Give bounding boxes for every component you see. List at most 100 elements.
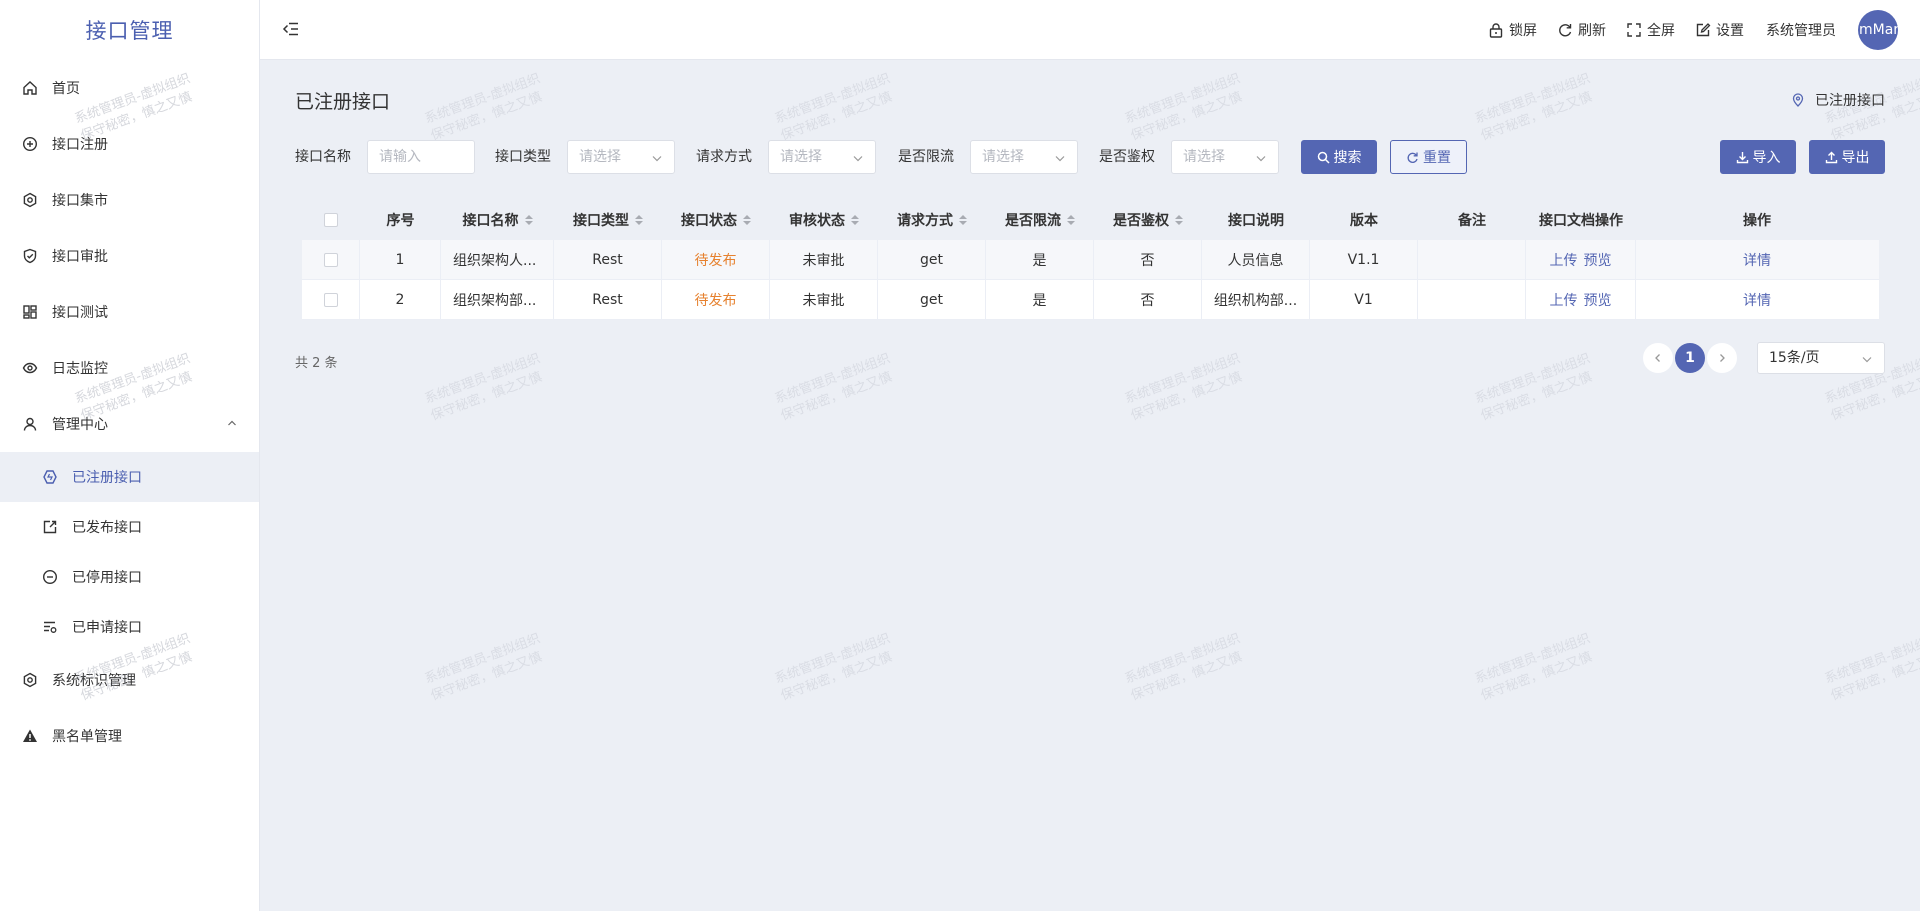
sidebar-item-home[interactable]: 首页 [0, 60, 259, 116]
watermark: 系统管理员-虚拟组织 保守秘密，慎之又慎 [1472, 351, 1595, 424]
method-select[interactable]: 请选择 [768, 140, 876, 174]
select-all-checkbox[interactable] [324, 213, 338, 227]
column-header-sortable[interactable]: 请求方式 [878, 200, 986, 240]
sidebar-item-label: 接口集市 [52, 193, 108, 209]
settings-button[interactable]: 设置 [1695, 20, 1744, 40]
watermark: 系统管理员-虚拟组织 保守秘密，慎之又慎 [422, 351, 545, 424]
auth-select[interactable]: 请选择 [1171, 140, 1279, 174]
upload-icon [1825, 151, 1837, 163]
warning-icon [22, 728, 38, 744]
select-all-cell [302, 200, 360, 240]
sidebar-item-register[interactable]: 接口注册 [0, 116, 259, 172]
collapse-sidebar-icon[interactable] [282, 20, 300, 38]
settings-label: 设置 [1716, 23, 1744, 39]
prev-page-button[interactable] [1643, 343, 1673, 373]
remark-cell [1418, 240, 1526, 279]
sidebar-subitem-published[interactable]: 已发布接口 [0, 502, 259, 552]
interface-table: 序号 接口名称 接口类型 接口状态 审核状态 请求方式 是否限流 是否鉴权 接口… [302, 200, 1879, 320]
sidebar-item-management[interactable]: 管理中心 [0, 396, 259, 452]
sidebar-item-label: 系统标识管理 [52, 673, 136, 689]
detail-link[interactable]: 详情 [1743, 290, 1771, 310]
sidebar-item-system-id[interactable]: 系统标识管理 [0, 652, 259, 708]
page-title: 已注册接口 [295, 91, 391, 113]
sidebar-item-label: 管理中心 [52, 417, 108, 433]
next-page-button[interactable] [1707, 343, 1737, 373]
fullscreen-button[interactable]: 全屏 [1626, 20, 1675, 40]
column-header: 版本 [1350, 213, 1378, 229]
column-header-sortable[interactable]: 是否鉴权 [1094, 200, 1202, 240]
user-name[interactable]: 系统管理员 [1766, 20, 1836, 40]
row-select-cell [302, 240, 360, 279]
sort-icon [959, 215, 967, 225]
row-select-cell [302, 280, 360, 319]
row-checkbox[interactable] [323, 292, 338, 307]
desc-cell: 组织机构部... [1202, 280, 1310, 319]
sort-icon [524, 215, 533, 225]
column-header-sortable[interactable]: 审核状态 [770, 200, 878, 240]
index-cell: 2 [360, 280, 441, 319]
watermark: 系统管理员-虚拟组织 保守秘密，慎之又慎 [1472, 71, 1595, 144]
limit-select[interactable]: 请选择 [970, 140, 1078, 174]
sidebar-item-label: 接口测试 [52, 305, 108, 321]
upload-link[interactable]: 上传 [1550, 250, 1578, 270]
column-header-sortable[interactable]: 接口名称 [441, 200, 554, 240]
export-button[interactable]: 导出 [1809, 140, 1885, 174]
reset-button[interactable]: 重置 [1390, 140, 1467, 174]
sidebar-item-market[interactable]: 接口集市 [0, 172, 259, 228]
sort-icon [1175, 215, 1183, 225]
sidebar-subitem-registered[interactable]: 已注册接口 [0, 452, 259, 502]
import-button[interactable]: 导入 [1720, 140, 1796, 174]
search-button[interactable]: 搜索 [1301, 140, 1377, 174]
page-size-select[interactable]: 15条/页 [1757, 342, 1885, 374]
watermark: 系统管理员-虚拟组织 保守秘密，慎之又慎 [772, 351, 895, 424]
sidebar-item-log[interactable]: 日志监控 [0, 340, 259, 396]
status-cell: 待发布 [662, 280, 770, 319]
method-select-value: 请选择 [780, 149, 822, 165]
sort-icon [851, 215, 859, 225]
auth-label: 是否鉴权 [1099, 149, 1155, 165]
version-cell: V1.1 [1310, 240, 1418, 279]
watermark: 系统管理员-虚拟组织 保守秘密，慎之又慎 [1822, 631, 1920, 704]
sidebar-item-label: 接口审批 [52, 249, 108, 265]
column-header-sortable[interactable]: 接口类型 [554, 200, 662, 240]
lock-screen-button[interactable]: 锁屏 [1488, 20, 1537, 40]
chevron-left-icon [1655, 354, 1660, 362]
detail-link[interactable]: 详情 [1743, 250, 1771, 270]
watermark: 系统管理员-虚拟组织 保守秘密，慎之又慎 [1472, 631, 1595, 704]
doc-actions-cell: 上传 预览 [1526, 280, 1636, 319]
export-label: 导出 [1841, 150, 1870, 166]
column-header-sortable[interactable]: 是否限流 [986, 200, 1094, 240]
plus-circle-icon [22, 136, 38, 152]
limit-label: 是否限流 [898, 149, 954, 165]
row-checkbox[interactable] [323, 252, 338, 267]
page-number[interactable]: 1 [1675, 343, 1705, 373]
sidebar-item-approval[interactable]: 接口审批 [0, 228, 259, 284]
sort-icon [635, 215, 643, 225]
column-header-sortable[interactable]: 接口状态 [662, 200, 770, 240]
refresh-icon [1407, 152, 1418, 163]
sidebar-subitem-label: 已注册接口 [72, 470, 142, 486]
refresh-label: 刷新 [1578, 23, 1606, 39]
name-input[interactable]: 请输入 [367, 140, 475, 174]
sidebar-item-blacklist[interactable]: 黑名单管理 [0, 708, 259, 764]
type-select[interactable]: 请选择 [567, 140, 675, 174]
avatar[interactable]: mMar [1858, 10, 1898, 50]
auth-cell: 否 [1094, 240, 1202, 279]
preview-link[interactable]: 预览 [1584, 290, 1612, 310]
total-count: 共 2 条 [295, 356, 338, 371]
preview-link[interactable]: 预览 [1584, 250, 1612, 270]
sidebar-item-test[interactable]: 接口测试 [0, 284, 259, 340]
sidebar-subitem-disabled[interactable]: 已停用接口 [0, 552, 259, 602]
doc-actions-cell: 上传 预览 [1526, 240, 1636, 279]
sidebar-subitem-label: 已发布接口 [72, 520, 142, 536]
type-label: 接口类型 [495, 149, 551, 165]
import-label: 导入 [1752, 150, 1781, 166]
dashboard-icon [22, 304, 38, 320]
chevron-right-icon [1720, 354, 1725, 362]
upload-link[interactable]: 上传 [1550, 290, 1578, 310]
share-icon [42, 519, 58, 535]
refresh-button[interactable]: 刷新 [1557, 20, 1606, 40]
actions-cell: 详情 [1636, 240, 1878, 279]
user-icon [22, 416, 38, 432]
sidebar-subitem-applied[interactable]: 已申请接口 [0, 602, 259, 652]
